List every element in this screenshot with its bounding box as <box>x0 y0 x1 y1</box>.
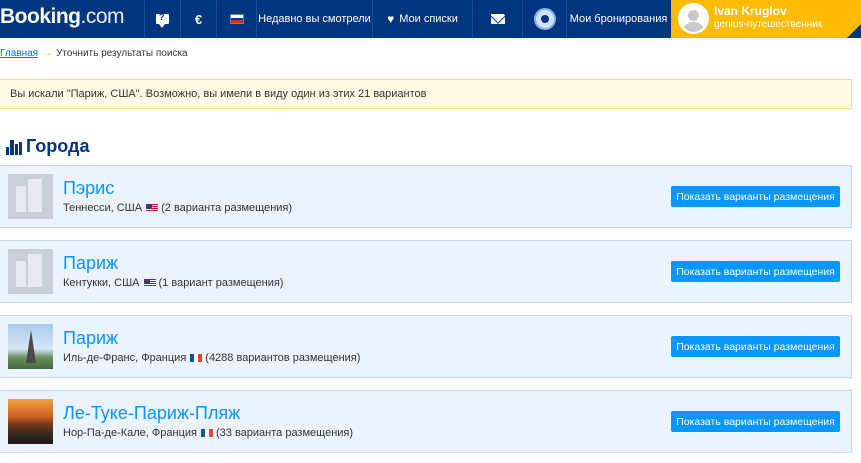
mail-icon <box>490 14 505 24</box>
city-details: Нор-Па-де-Кале, Франция (33 варианта раз… <box>63 427 353 439</box>
us-flag-icon <box>143 279 156 287</box>
city-details: Кентукки, США (1 вариант размещения) <box>63 277 283 289</box>
my-bookings-link[interactable]: Мои бронирования <box>566 0 670 38</box>
map-pin-icon <box>533 8 556 30</box>
building-placeholder-image <box>8 174 53 219</box>
accommodation-count: (2 варианта размещения) <box>161 202 293 214</box>
city-region: Нор-Па-де-Кале, Франция <box>63 427 197 439</box>
heart-icon: ♥ <box>387 12 395 26</box>
recently-viewed-label: Недавно вы смотрели <box>258 13 371 25</box>
city-name-link[interactable]: Пэрис <box>63 178 114 199</box>
top-navigation-bar: Booking.com € Недавно вы смотрели ♥ Мои … <box>0 0 861 38</box>
my-bookings-label: Мои бронирования <box>569 13 668 25</box>
help-chat-button[interactable] <box>144 0 180 38</box>
breadcrumb-home-link[interactable]: Главная <box>0 48 38 59</box>
fr-flag-icon <box>190 354 203 362</box>
result-card: Ле-Туке-Париж-Пляж Нор-Па-де-Кале, Франц… <box>0 390 852 453</box>
corner-fold <box>847 24 861 38</box>
map-pin-button[interactable] <box>522 0 566 38</box>
city-name-link[interactable]: Париж <box>63 328 118 349</box>
notice-text: Вы искали "Париж, США". Возможно, вы име… <box>10 88 427 100</box>
breadcrumb: Главная → Уточнить результаты поиска <box>0 48 188 59</box>
chat-question-icon <box>156 12 169 28</box>
city-details: Иль-де-Франс, Франция (4288 вариантов ра… <box>63 352 360 364</box>
city-buildings-icon <box>6 139 22 155</box>
breadcrumb-arrow-icon: → <box>42 48 53 59</box>
result-card: Париж Иль-де-Франс, Франция (4288 вариан… <box>0 315 852 378</box>
show-accommodations-button[interactable]: Показать варианты размещения <box>671 186 840 207</box>
search-suggestion-notice: Вы искали "Париж, США". Возможно, вы име… <box>0 79 852 109</box>
breadcrumb-current: Уточнить результаты поиска <box>56 48 188 59</box>
show-accommodations-button[interactable]: Показать варианты размещения <box>671 261 840 282</box>
city-region: Теннесси, США <box>63 202 143 214</box>
my-lists-label: Мои списки <box>399 13 458 25</box>
accommodation-count: (33 варианта размещения) <box>215 427 354 439</box>
result-card: Пэрис Теннесси, США (2 варианта размещен… <box>0 165 852 228</box>
us-flag-icon <box>146 204 159 212</box>
show-accommodations-button[interactable]: Показать варианты размещения <box>671 336 840 357</box>
user-name: Ivan Kruglov <box>714 4 787 18</box>
my-lists-link[interactable]: ♥ Мои списки <box>372 0 472 38</box>
currency-selector[interactable]: € <box>180 0 216 38</box>
show-accommodations-button[interactable]: Показать варианты размещения <box>671 411 840 432</box>
fr-flag-icon <box>200 429 213 437</box>
accommodation-count: (1 вариант размещения) <box>158 277 284 289</box>
messages-button[interactable] <box>472 0 522 38</box>
building-placeholder-image <box>8 249 53 294</box>
city-details: Теннесси, США (2 варианта размещения) <box>63 202 292 214</box>
eiffel-tower-icon <box>26 330 36 363</box>
eiffel-tower-photo <box>8 324 53 369</box>
section-title-text: Города <box>26 136 90 156</box>
accommodation-count: (4288 вариантов размещения) <box>205 352 361 364</box>
booking-logo[interactable]: Booking.com <box>0 5 125 29</box>
russian-flag-icon <box>229 14 244 24</box>
recently-viewed-link[interactable]: Недавно вы смотрели <box>256 0 372 38</box>
city-name-link[interactable]: Ле-Туке-Париж-Пляж <box>63 403 240 424</box>
currency-symbol: € <box>194 11 203 27</box>
user-avatar-icon <box>678 3 709 34</box>
result-card: Париж Кентукки, США (1 вариант размещени… <box>0 240 852 303</box>
sunset-beach-photo <box>8 399 53 444</box>
genius-status: genius-путешественник <box>714 19 823 30</box>
city-region: Иль-де-Франс, Франция <box>63 352 187 364</box>
city-region: Кентукки, США <box>63 277 140 289</box>
user-account-menu[interactable]: Ivan Kruglov genius-путешественник <box>671 0 861 38</box>
city-name-link[interactable]: Париж <box>63 253 118 274</box>
section-title: Города <box>6 136 90 157</box>
language-selector[interactable] <box>216 0 256 38</box>
